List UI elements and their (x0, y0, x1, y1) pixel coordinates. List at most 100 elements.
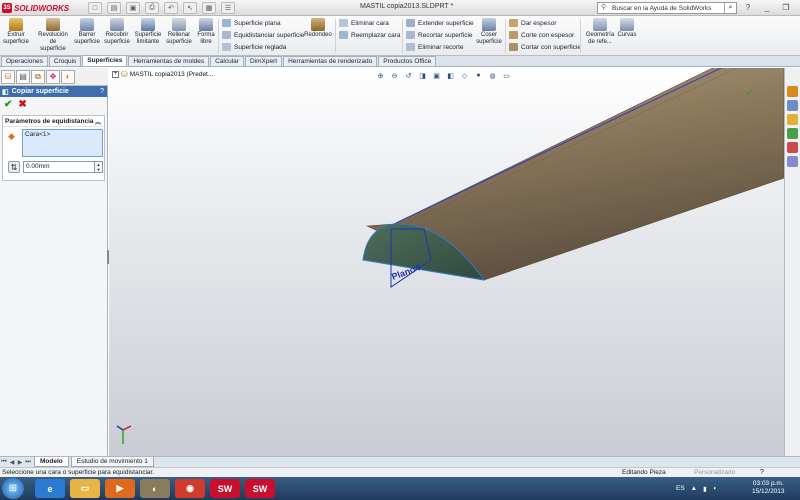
open-icon[interactable]: ▤ (107, 2, 121, 14)
prev-tab-icon[interactable]: ◀ (8, 459, 16, 466)
hide-show-items-icon[interactable]: ◇ (459, 70, 470, 81)
file-explorer-icon[interactable] (787, 114, 798, 125)
restore-icon[interactable]: ❐ (778, 2, 794, 13)
ok-check-icon[interactable]: ✔ (4, 99, 12, 110)
tab-dimxpert[interactable]: DimXpert (244, 56, 283, 66)
ie-icon[interactable]: e (35, 479, 65, 498)
tab-modelo[interactable]: Modelo (34, 457, 69, 467)
view-orientation-icon[interactable]: ▣ (431, 70, 442, 81)
feature-manager-icon[interactable]: ⛁ (1, 69, 15, 84)
appearances-icon[interactable] (787, 142, 798, 153)
explorer-icon[interactable]: ▭ (70, 479, 100, 498)
delete-face-button[interactable]: Eliminar cara (339, 19, 389, 27)
reference-geometry-button[interactable]: Geometría de refe... (584, 18, 616, 46)
apply-scene-icon[interactable]: ◍ (487, 70, 498, 81)
custom-properties-icon[interactable] (787, 156, 798, 167)
replace-face-button[interactable]: Reemplazar cara (339, 31, 401, 39)
gimp-icon[interactable]: ◐ (140, 479, 170, 498)
start-button-icon[interactable]: ⊞ (2, 478, 24, 499)
help-search-box[interactable]: ⚲ Buscar en la Ayuda de SolidWorks ⌕ (597, 2, 737, 14)
face-selection-box[interactable]: Cara<1> (22, 129, 103, 157)
view-settings-icon[interactable]: ▭ (501, 70, 512, 81)
display-manager-icon[interactable]: ◐ (61, 69, 75, 84)
curves-button[interactable]: Curvas (616, 18, 638, 39)
untrim-button[interactable]: Eliminar recorte (406, 43, 464, 51)
revolve-surface-button[interactable]: Revolución de superficie (36, 18, 70, 53)
edit-appearance-icon[interactable]: ● (473, 70, 484, 81)
help-icon[interactable]: ? (740, 2, 756, 13)
tab-estudio-de-movimiento[interactable]: Estudio de movimiento 1 (70, 457, 154, 467)
tab-croquis[interactable]: Croquis (48, 56, 82, 66)
select-icon[interactable]: ↖ (183, 2, 197, 14)
design-library-icon[interactable] (787, 100, 798, 111)
expand-tree-icon[interactable]: + (112, 71, 119, 78)
display-style-icon[interactable]: ◧ (445, 70, 456, 81)
graphics-area[interactable]: Plano4 + ✓ + ⛁ MASTIL copia2013 (Predet.… (109, 68, 784, 456)
freeform-button[interactable]: Forma libre (195, 18, 217, 46)
undo-icon[interactable]: ↶ (164, 2, 178, 14)
thicken-button[interactable]: Dar espesor (509, 19, 556, 27)
system-clock[interactable]: 03:03 p.m. 15/12/2013 (752, 480, 785, 496)
volume-icon[interactable]: ◖ (713, 485, 717, 492)
zoom-to-fit-icon[interactable]: ⊕ (375, 70, 386, 81)
tab-productos-office[interactable]: Productos Office (378, 56, 437, 66)
network-icon[interactable]: ▮ (703, 485, 707, 493)
minimize-icon[interactable]: _ (759, 2, 775, 13)
offset-parameters-header[interactable]: Parámetros de equidistancia ︽ (3, 116, 104, 127)
language-indicator[interactable]: ES (676, 485, 685, 492)
tab-calcular[interactable]: Calcular (210, 56, 244, 66)
boundary-surface-button[interactable]: Superficie limitante (133, 18, 163, 46)
tab-herramientas-de-moldes[interactable]: Herramientas de moldes (128, 56, 210, 66)
media-player-icon[interactable]: ▶ (105, 479, 135, 498)
solidworks-resources-icon[interactable] (787, 86, 798, 97)
planar-surface-button[interactable]: Superficie plana (222, 19, 281, 27)
print-icon[interactable]: ⎙ (145, 2, 159, 14)
dimxpert-manager-icon[interactable]: ✥ (46, 69, 60, 84)
offset-surface-button[interactable]: Equidistanciar superficie (222, 31, 304, 39)
property-manager-icon[interactable]: ▤ (16, 69, 30, 84)
last-tab-icon[interactable]: ⏭ (24, 459, 32, 466)
ruled-surface-button[interactable]: Superficie reglada (222, 43, 286, 51)
sweep-surface-button[interactable]: Barrer superficie (73, 18, 101, 46)
tab-operaciones[interactable]: Operaciones (1, 56, 48, 66)
first-tab-icon[interactable]: ⏮ (0, 459, 8, 466)
trim-surface-button[interactable]: Recortar superficie (406, 31, 473, 39)
extend-surface-button[interactable]: Extender superficie (406, 19, 474, 27)
rebuild-icon[interactable]: ▦ (202, 2, 216, 14)
knit-surface-button[interactable]: Coser superficie (474, 18, 504, 46)
search-button-icon[interactable]: ⌕ (724, 3, 736, 13)
view-palette-icon[interactable] (787, 128, 798, 139)
confirmation-corner-check-icon[interactable]: ✓ (745, 87, 754, 99)
offset-distance-input[interactable]: 0.00mm (23, 161, 95, 173)
help-search-input[interactable]: Buscar en la Ayuda de SolidWorks (598, 5, 724, 12)
flip-offset-direction-icon[interactable]: ⇅ (8, 161, 20, 173)
options-icon[interactable]: ☰ (221, 2, 235, 14)
section-view-icon[interactable]: ◨ (417, 70, 428, 81)
loft-surface-button[interactable]: Recubrir superficie (102, 18, 132, 46)
zoom-to-area-icon[interactable]: ⊖ (389, 70, 400, 81)
chrome-icon[interactable]: ◉ (175, 479, 205, 498)
property-manager-help-icon[interactable]: ? (100, 88, 104, 95)
status-help-icon[interactable]: ? (760, 468, 764, 477)
surface-cut-button[interactable]: Cortar con superficie (509, 43, 581, 51)
next-tab-icon[interactable]: ▶ (16, 459, 24, 466)
fill-surface-button[interactable]: Rellenar superficie (164, 18, 194, 46)
tray-arrow-icon[interactable]: ▲ (691, 485, 697, 492)
solidworks-taskbar-icon-2[interactable]: SW (245, 479, 275, 498)
feature-tree-flyout[interactable]: + ⛁ MASTIL copia2013 (Predet... (112, 70, 213, 79)
collapse-chevron-icon[interactable]: ︽ (95, 117, 101, 126)
tab-herramientas-de-renderizado[interactable]: Herramientas de renderizado (283, 56, 378, 66)
new-document-icon[interactable]: □ (88, 2, 102, 14)
units-indicator[interactable]: Personalizado (694, 468, 735, 477)
distance-spinner[interactable]: ▲ ▼ (95, 161, 103, 173)
tree-root-item[interactable]: MASTIL copia2013 (Predet... (130, 71, 214, 78)
solidworks-taskbar-icon[interactable]: SW (210, 479, 240, 498)
mastil-solid-body[interactable] (362, 68, 784, 281)
extrude-surface-button[interactable]: Extruir superficie (3, 18, 29, 46)
cancel-x-icon[interactable]: ✖ (18, 99, 26, 110)
previous-view-icon[interactable]: ↺ (403, 70, 414, 81)
solidworks-logo[interactable]: 3S SOLIDWORKS (2, 2, 69, 14)
tab-superficies[interactable]: Superficies (82, 55, 128, 66)
fillet-button[interactable]: Redondeo (302, 18, 334, 39)
save-icon[interactable]: ▣ (126, 2, 140, 14)
